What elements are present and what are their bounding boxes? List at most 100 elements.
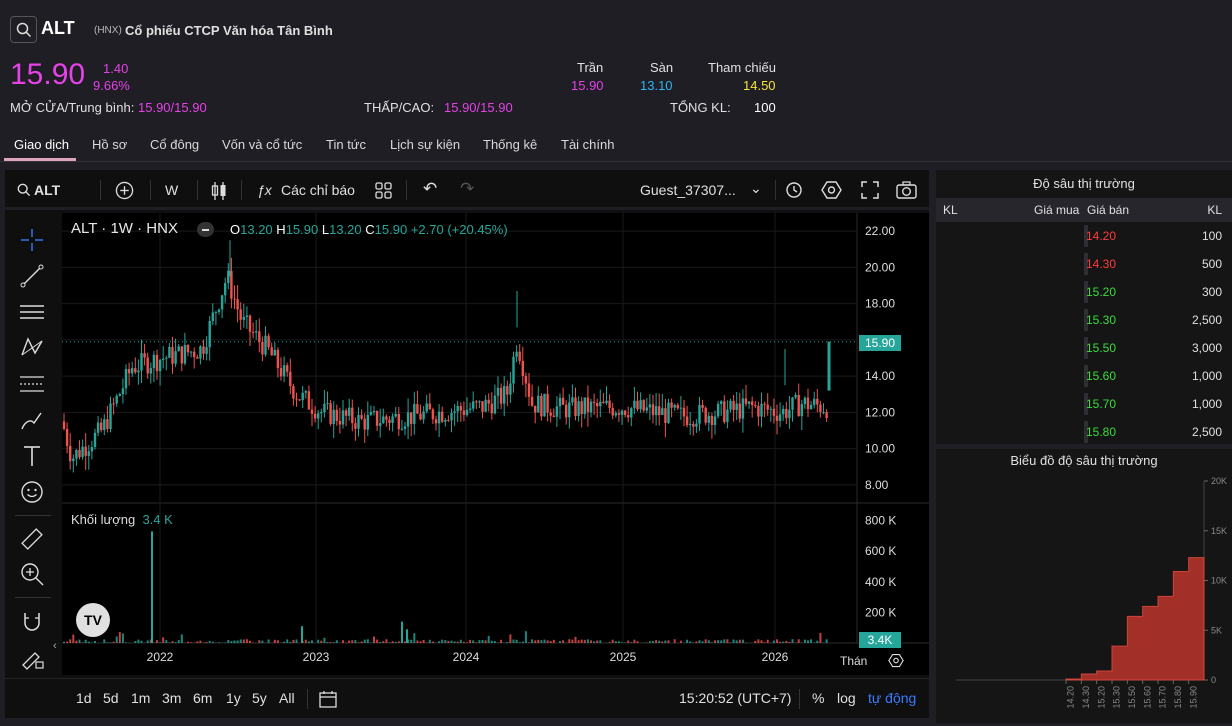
depth-row[interactable]: 15.601,000 [936, 362, 1232, 390]
fx-icon[interactable]: ƒx [257, 182, 272, 198]
volume-legend: Khối lượng 3.4 K [71, 512, 173, 527]
depth-row[interactable]: 15.20300 [936, 278, 1232, 306]
depth-row[interactable]: 15.701,000 [936, 390, 1232, 418]
candle-body [190, 352, 192, 353]
volume-bar [286, 639, 288, 643]
price-tick-label: 14.00 [865, 369, 895, 383]
time-tick-label: 2025 [610, 650, 637, 664]
magnet-icon[interactable] [19, 609, 45, 635]
volume-bar [249, 641, 251, 643]
fib-icon[interactable] [19, 371, 45, 397]
candle-body [813, 399, 815, 405]
candle-body [314, 414, 316, 419]
candle-body [478, 401, 480, 402]
compare-plus-icon[interactable] [115, 181, 134, 200]
range-5y[interactable]: 5y [252, 690, 267, 706]
candle-body [128, 369, 130, 373]
symbol-search-icon[interactable] [17, 183, 31, 197]
candle-body [773, 409, 775, 416]
camera-icon[interactable] [896, 181, 917, 199]
ruler-icon[interactable] [19, 526, 45, 552]
trend-line-icon[interactable] [19, 263, 45, 289]
range-1d[interactable]: 1d [76, 690, 92, 706]
volume-bar [447, 641, 449, 643]
percent-toggle[interactable]: % [812, 690, 824, 706]
candle-body [819, 405, 821, 413]
layout-grid-icon[interactable] [375, 182, 392, 199]
parallel-lines-icon[interactable] [19, 299, 45, 325]
tab-giao-dich[interactable]: Giao dịch [14, 137, 69, 152]
fullscreen-icon[interactable] [861, 181, 879, 199]
brush-icon[interactable] [19, 407, 45, 433]
chart-canvas: 2022202320242025202622.0020.0018.0016.00… [62, 213, 929, 675]
range-all[interactable]: All [279, 690, 295, 706]
axis-settings-icon[interactable] [888, 653, 904, 668]
total-vol-value: 100 [754, 100, 776, 115]
volume-bar [559, 641, 561, 643]
candle-body [150, 368, 152, 373]
range-3m[interactable]: 3m [162, 690, 181, 706]
volume-bar [785, 641, 787, 643]
user-layout-name[interactable]: Guest_37307... [640, 182, 736, 198]
pattern-icon[interactable] [19, 335, 45, 361]
candle-body [243, 317, 245, 320]
volume-bar [246, 639, 248, 643]
symbol-label[interactable]: ALT [34, 182, 60, 198]
tab-ho-so[interactable]: Hồ sơ [92, 137, 127, 152]
volume-bar [181, 634, 183, 643]
tradingview-logo[interactable]: TV [76, 603, 110, 637]
tab-lich-su-kien[interactable]: Lịch sự kiện [390, 137, 460, 152]
candle-body [410, 412, 412, 424]
range-1m[interactable]: 1m [131, 690, 150, 706]
volume-bar [151, 531, 153, 643]
text-icon[interactable] [19, 443, 45, 469]
zoom-in-icon[interactable] [19, 561, 45, 587]
depth-row[interactable]: 15.802,500 [936, 418, 1232, 446]
volume-bar [599, 640, 601, 643]
volume-bar [544, 640, 546, 643]
volume-bar [575, 637, 577, 643]
lock-drawings-icon[interactable] [19, 645, 45, 671]
emoji-icon[interactable] [19, 479, 45, 505]
volume-bar [110, 642, 112, 643]
tab-tin-tuc[interactable]: Tin tức [326, 137, 366, 152]
depth-row[interactable]: 15.503,000 [936, 334, 1232, 362]
hide-legend-icon[interactable] [197, 222, 214, 237]
candles-icon[interactable] [211, 181, 227, 201]
auto-toggle[interactable]: tự động [868, 690, 916, 706]
redo-icon[interactable]: ↷ [460, 179, 474, 199]
tab-von-co-tuc[interactable]: Vốn và cổ tức [222, 137, 302, 152]
interval-selector[interactable]: W [165, 182, 178, 198]
candle-body [630, 408, 632, 417]
candle-body [336, 410, 338, 421]
candle-body [311, 409, 313, 414]
volume-bar [664, 641, 666, 643]
tab-thong-ke[interactable]: Thống kê [483, 137, 537, 152]
candle-body [469, 409, 471, 410]
depth-row[interactable]: 14.30500 [936, 250, 1232, 278]
crosshair-icon[interactable] [19, 227, 45, 253]
collapse-toolbar-icon[interactable]: ‹ [53, 640, 61, 658]
range-5d[interactable]: 5d [103, 690, 119, 706]
log-toggle[interactable]: log [837, 690, 856, 706]
chevron-down-icon[interactable]: ⌄ [750, 180, 762, 197]
undo-icon[interactable]: ↶ [423, 179, 437, 199]
range-6m[interactable]: 6m [193, 690, 212, 706]
depth-y-tick-label: 20K [1211, 476, 1227, 486]
price-chart[interactable]: 2022202320242025202622.0020.0018.0016.00… [62, 213, 929, 675]
depth-row[interactable]: 15.302,500 [936, 306, 1232, 334]
tab-tai-chinh[interactable]: Tài chính [561, 137, 614, 152]
search-button[interactable] [10, 16, 37, 43]
indicators-button[interactable]: Các chỉ báo [281, 182, 355, 198]
depth-row[interactable]: 14.20100 [936, 222, 1232, 250]
go-to-date-icon[interactable] [319, 690, 339, 708]
volume-bar [695, 641, 697, 643]
settings-icon[interactable] [821, 180, 842, 200]
range-1y[interactable]: 1y [226, 690, 241, 706]
volume-bar [547, 640, 549, 643]
clock[interactable]: 15:20:52 (UTC+7) [679, 690, 791, 706]
candle-body [664, 408, 666, 423]
candle-body [658, 406, 660, 415]
tab-co-dong[interactable]: Cổ đông [150, 137, 199, 152]
alert-clock-icon[interactable] [785, 180, 805, 200]
